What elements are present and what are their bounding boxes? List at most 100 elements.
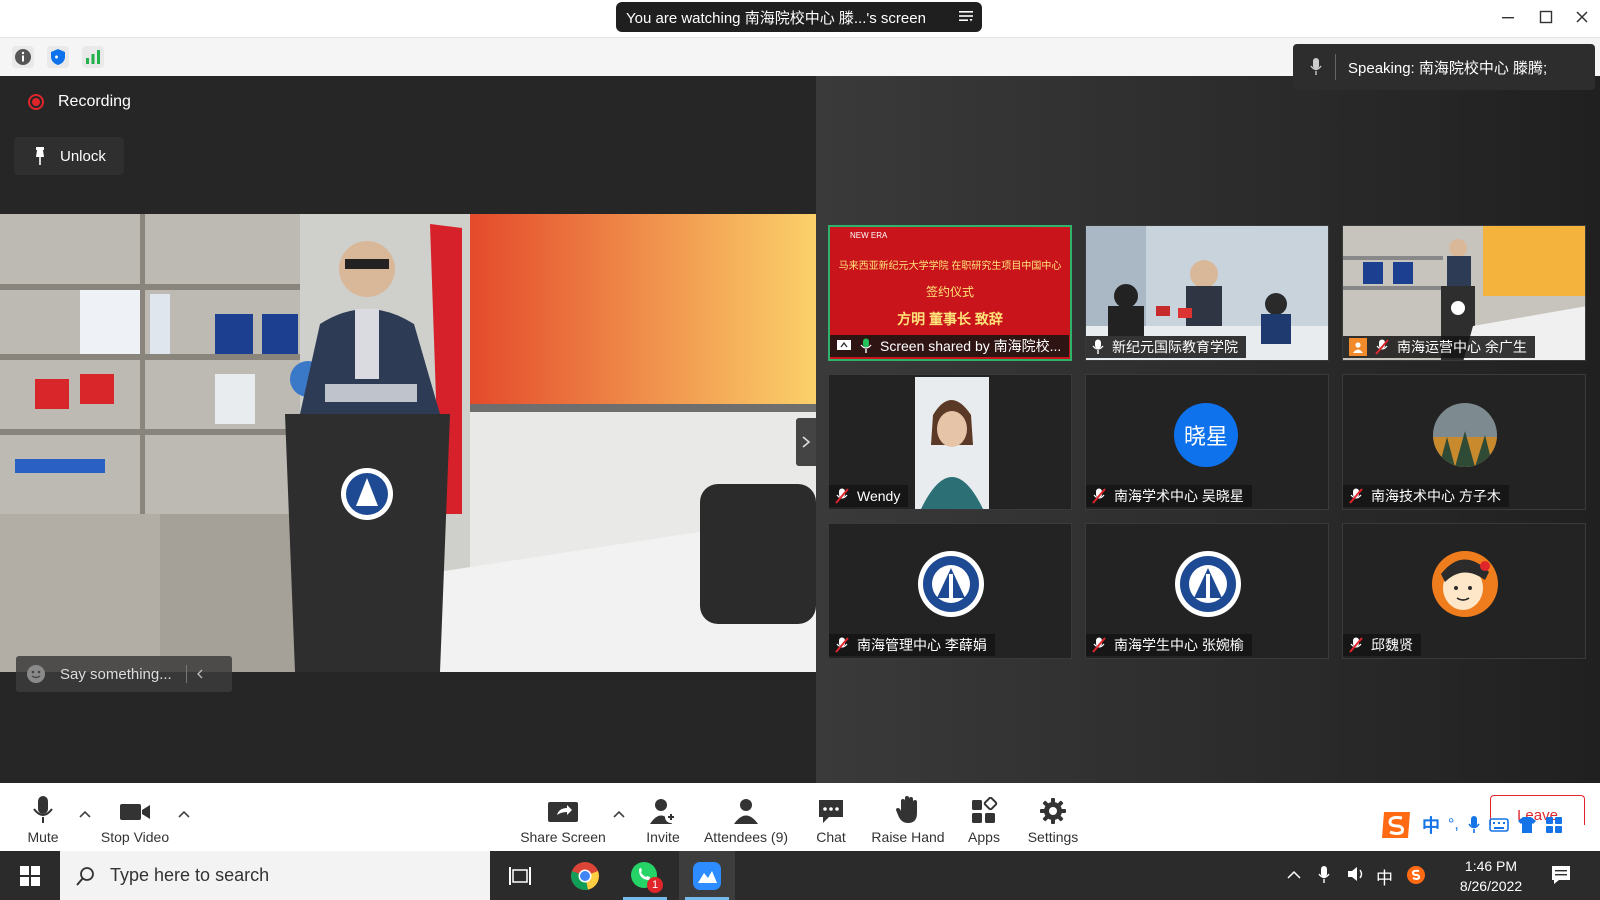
- maximize-icon[interactable]: [1536, 10, 1556, 30]
- system-clock[interactable]: 1:46 PM 8/26/2022: [1446, 856, 1536, 896]
- audio-options-caret-icon[interactable]: [79, 807, 91, 821]
- task-view-icon: [509, 866, 531, 885]
- tile-label: 南海学生中心 张婉榆: [1086, 634, 1252, 656]
- search-placeholder: Type here to search: [110, 865, 270, 885]
- gallery-tile-participant[interactable]: 晓星 南海学术中心 吴晓星: [1085, 374, 1329, 510]
- attendees-label: Attendees (9): [703, 829, 789, 845]
- recording-indicator[interactable]: Recording: [28, 93, 131, 111]
- view-options-icon[interactable]: [958, 8, 974, 24]
- gallery-tile-participant[interactable]: 南海学生中心 张婉榆: [1085, 523, 1329, 659]
- slide-brand: NEW ERA: [850, 231, 888, 240]
- tile-label: 新纪元国际教育学院: [1086, 336, 1246, 358]
- video-options-caret-icon[interactable]: [178, 807, 190, 821]
- collapse-gallery-button[interactable]: [796, 418, 816, 466]
- chevron-left-icon[interactable]: [195, 668, 205, 680]
- windows-taskbar: Type here to search 1 中 1:46 PM 8/26/202…: [0, 851, 1600, 900]
- participant-name: 南海管理中心 李薛娟: [857, 637, 987, 653]
- minimize-icon[interactable]: [1498, 10, 1518, 30]
- gallery-tile-participant[interactable]: Wendy: [828, 374, 1072, 510]
- user-avatar-icon: [1349, 338, 1367, 356]
- microphone-muted-icon: [835, 637, 849, 653]
- apps-icon: [972, 797, 998, 823]
- tile-label: 邱魏贤: [1343, 634, 1421, 656]
- meeting-info-icon[interactable]: [12, 46, 34, 68]
- unlock-button[interactable]: Unlock: [14, 137, 124, 175]
- participant-name: 南海运营中心 余广生: [1397, 339, 1527, 355]
- participant-name: 南海技术中心 方子木: [1371, 488, 1501, 504]
- gallery-tile-participant[interactable]: 南海运营中心 余广生: [1342, 225, 1586, 361]
- microphone-muted-icon: [1092, 637, 1106, 653]
- raise-hand-button[interactable]: Raise Hand: [866, 783, 950, 851]
- skin-shirt-icon[interactable]: [1517, 816, 1537, 834]
- recording-label: Recording: [58, 93, 131, 110]
- connection-signal-icon[interactable]: [82, 46, 104, 68]
- encryption-shield-icon[interactable]: [47, 46, 69, 68]
- tray-microphone-icon[interactable]: [1318, 865, 1330, 889]
- search-icon: [76, 866, 94, 886]
- microphone-muted-icon: [835, 488, 849, 504]
- tile-label: Screen shared by 南海院校...: [830, 335, 1070, 357]
- sogou-logo-icon[interactable]: [1378, 808, 1414, 842]
- voice-input-icon[interactable]: [1467, 815, 1481, 835]
- chat-input-placeholder[interactable]: Say something...: [60, 666, 172, 683]
- settings-label: Settings: [1027, 829, 1079, 845]
- gallery-tile-participant[interactable]: 南海管理中心 李薛娟: [828, 523, 1072, 659]
- slide-line-2: 签约仪式: [925, 285, 974, 299]
- video-camera-icon: [120, 804, 150, 820]
- title-bar: You are watching 南海院校中心 滕...'s screen: [0, 0, 1600, 38]
- toolbox-grid-icon[interactable]: [1545, 816, 1563, 834]
- emoji-icon[interactable]: [26, 664, 46, 684]
- participant-name: 邱魏贤: [1371, 637, 1413, 653]
- raise-hand-label: Raise Hand: [871, 829, 945, 845]
- mute-button[interactable]: Mute: [18, 783, 68, 851]
- attendees-button[interactable]: Attendees (9): [700, 783, 792, 851]
- chat-input-overlay[interactable]: Say something...: [16, 656, 232, 692]
- keyboard-icon[interactable]: [1489, 817, 1509, 833]
- watching-banner[interactable]: You are watching 南海院校中心 滕...'s screen: [616, 2, 982, 32]
- notifications-icon[interactable]: [1550, 864, 1572, 890]
- chrome-icon: [571, 861, 599, 890]
- tile-label: Wendy: [829, 485, 909, 507]
- speaker-video-image: [0, 214, 816, 672]
- microphone-icon: [33, 796, 53, 823]
- ime-language[interactable]: 中: [1422, 812, 1440, 838]
- notification-badge: 1: [647, 877, 663, 893]
- whatsapp-taskbar-button[interactable]: 1: [617, 851, 673, 900]
- tray-ime-language[interactable]: 中: [1376, 864, 1393, 889]
- clock-date: 8/26/2022: [1459, 878, 1523, 894]
- settings-button[interactable]: Settings: [1022, 783, 1084, 851]
- zoom-taskbar-button[interactable]: [679, 851, 735, 900]
- show-hidden-icons-button[interactable]: [1287, 867, 1301, 884]
- participant-name: Screen shared by 南海院校...: [880, 338, 1062, 354]
- gallery-tile-participant[interactable]: 南海技术中心 方子木: [1342, 374, 1586, 510]
- meeting-controls-bar: Mute Stop Video Share Screen Invite Atte…: [0, 783, 1600, 851]
- volume-icon[interactable]: [1346, 865, 1366, 887]
- stop-video-button[interactable]: Stop Video: [96, 783, 174, 851]
- recording-icon: [28, 94, 44, 110]
- chat-button[interactable]: Chat: [808, 783, 854, 851]
- gallery-tile-participant[interactable]: 新纪元国际教育学院: [1085, 225, 1329, 361]
- gear-icon: [1040, 798, 1066, 824]
- task-view-button[interactable]: [492, 851, 548, 900]
- invite-button[interactable]: Invite: [638, 783, 688, 851]
- slide-line-3: 方明 董事长 致辞: [897, 311, 1003, 327]
- chrome-taskbar-button[interactable]: [557, 851, 613, 900]
- taskbar-search-box[interactable]: Type here to search: [60, 851, 490, 900]
- share-screen-button[interactable]: Share Screen: [520, 783, 606, 851]
- gallery-tile-participant[interactable]: 邱魏贤: [1342, 523, 1586, 659]
- invite-label: Invite: [646, 829, 680, 845]
- pin-icon: [36, 147, 44, 165]
- tray-sogou-icon[interactable]: [1406, 865, 1426, 889]
- close-icon[interactable]: [1572, 10, 1592, 30]
- share-options-caret-icon[interactable]: [613, 807, 625, 821]
- share-screen-label: Share Screen: [520, 829, 606, 845]
- microphone-icon: [1092, 339, 1104, 354]
- tile-label: 南海技术中心 方子木: [1343, 485, 1509, 507]
- apps-button[interactable]: Apps: [962, 783, 1006, 851]
- speaking-text: Speaking: 南海院校中心 滕腾;: [1348, 59, 1548, 77]
- gallery-tile-screen-share[interactable]: NEW ERA 马来西亚新纪元大学学院 在职研究生项目中国中心 签约仪式 方明 …: [828, 225, 1072, 361]
- microphone-active-icon: [860, 338, 872, 353]
- ime-punctuation[interactable]: °,: [1448, 816, 1459, 834]
- participant-name: 新纪元国际教育学院: [1112, 339, 1238, 355]
- start-button[interactable]: [0, 851, 60, 900]
